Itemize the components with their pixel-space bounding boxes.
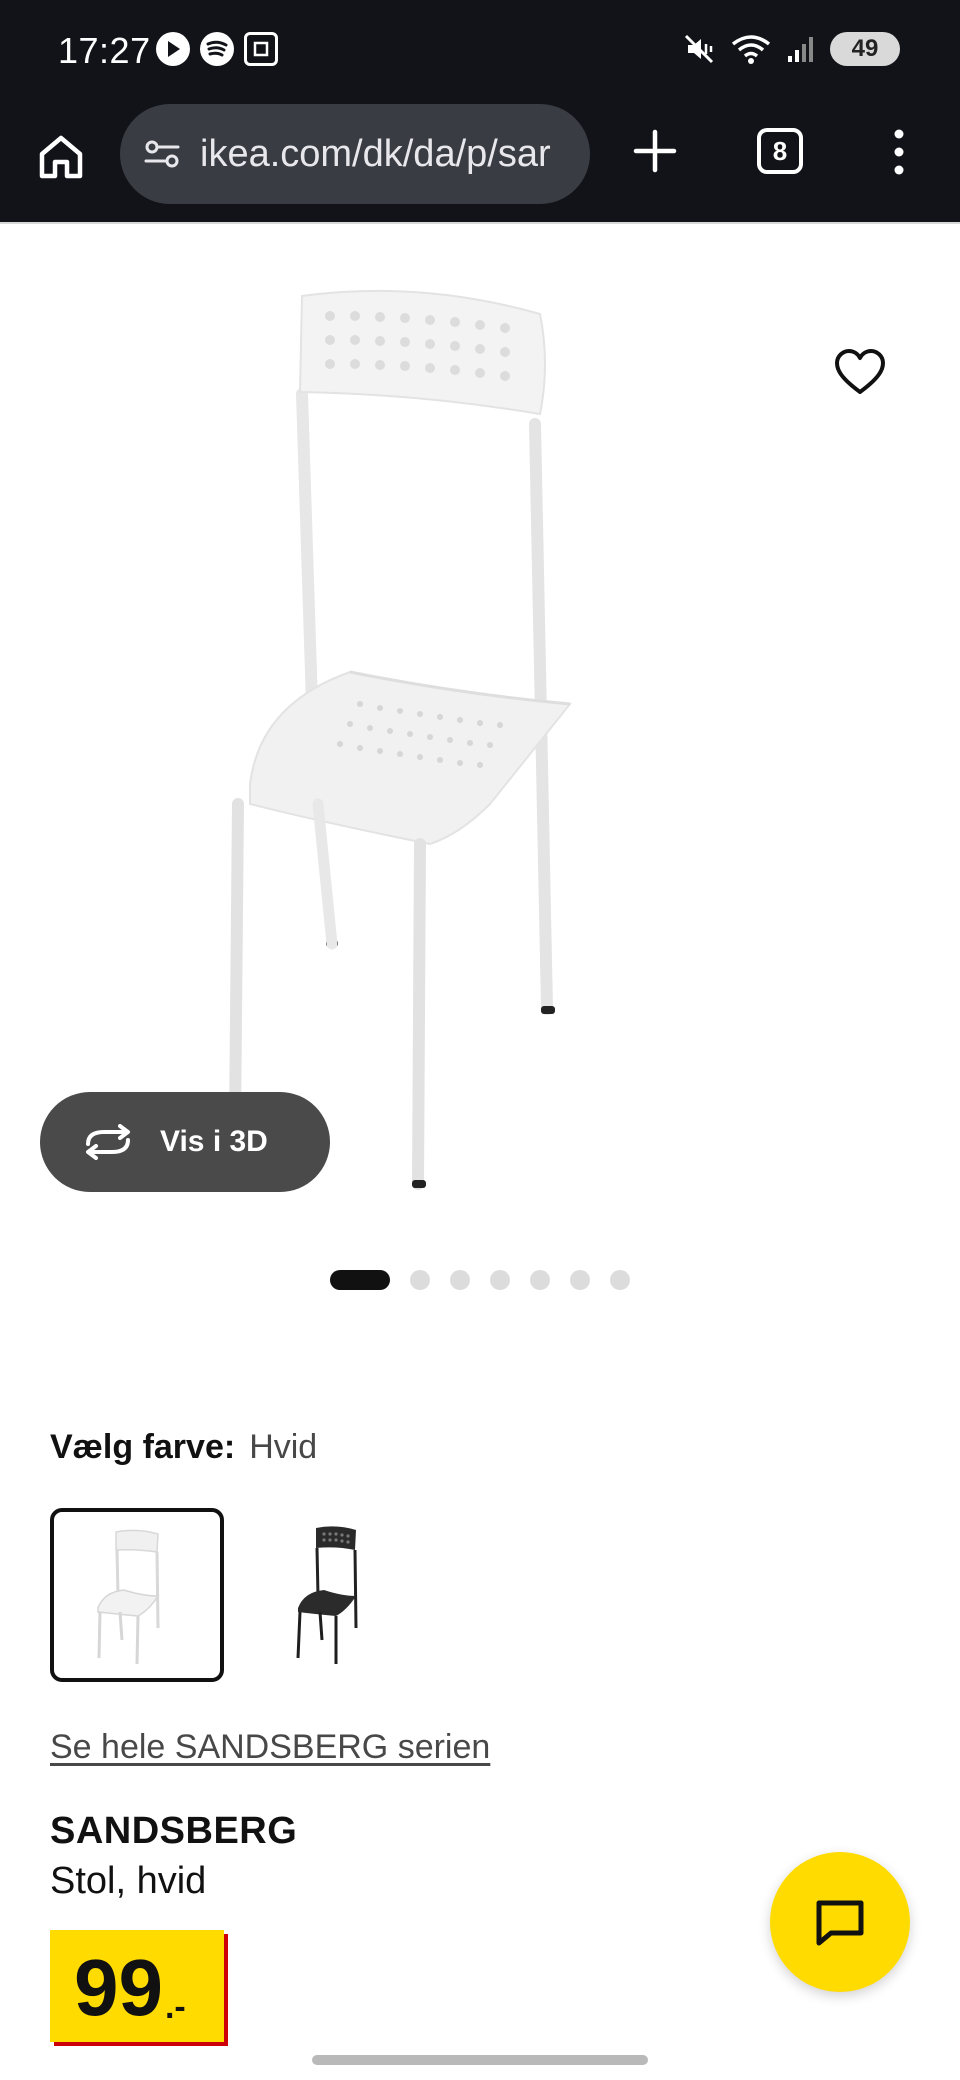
chat-button[interactable]	[770, 1852, 910, 1992]
product-gallery[interactable]: Vis i 3D	[0, 224, 960, 1224]
status-notification-icons	[156, 32, 278, 66]
tab-switcher-button[interactable]: 8	[757, 128, 803, 174]
price-tag: 99 .-	[50, 1930, 224, 2042]
gallery-dot[interactable]	[610, 1270, 630, 1290]
gallery-pagination	[0, 1270, 960, 1290]
play-store-icon	[156, 32, 190, 66]
site-settings-icon[interactable]	[142, 134, 182, 174]
series-link[interactable]: Se hele SANDSBERG serien	[50, 1728, 490, 1767]
gallery-dot[interactable]	[530, 1270, 550, 1290]
color-select-value: Hvid	[249, 1428, 318, 1466]
product-description: Stol, hvid	[50, 1860, 207, 1902]
swatch-white-chair[interactable]	[50, 1508, 224, 1682]
gallery-dot[interactable]	[570, 1270, 590, 1290]
color-select-label: Vælg farve:	[50, 1428, 236, 1466]
price-decimal: .-	[164, 1988, 186, 2026]
color-select-heading: Vælg farve: Hvid	[50, 1428, 317, 1467]
gallery-dot[interactable]	[410, 1270, 430, 1290]
favorite-heart-icon[interactable]	[833, 346, 887, 400]
status-bar: 17:27 49	[0, 0, 960, 104]
spotify-icon	[200, 32, 234, 66]
signal-icon	[788, 37, 813, 62]
battery-icon: 49	[830, 32, 900, 66]
address-bar[interactable]: ikea.com/dk/da/p/sar	[120, 104, 590, 204]
price-integer: 99	[74, 1943, 163, 2032]
home-icon[interactable]	[34, 130, 88, 184]
screenshot-icon	[244, 32, 278, 66]
browser-toolbar: ikea.com/dk/da/p/sar 8	[0, 104, 960, 222]
browser-chrome: 17:27 49 ikea.com/dk/da/p/sar 8	[0, 0, 960, 224]
mute-vibrate-icon	[684, 34, 714, 64]
product-name: SANDSBERG	[50, 1810, 298, 1852]
wifi-icon	[731, 35, 771, 64]
status-time: 17:27	[58, 30, 151, 71]
view-in-3d-button[interactable]: Vis i 3D	[40, 1092, 330, 1192]
new-tab-icon[interactable]	[630, 126, 680, 176]
gallery-dot[interactable]	[490, 1270, 510, 1290]
chat-icon	[816, 1900, 864, 1946]
url-text[interactable]: ikea.com/dk/da/p/sar	[200, 133, 551, 176]
more-options-icon[interactable]	[884, 126, 914, 178]
gesture-home-indicator[interactable]	[312, 2055, 648, 2065]
color-swatches	[50, 1508, 418, 1682]
view-in-3d-label: Vis i 3D	[160, 1125, 268, 1158]
swatch-black-chair[interactable]	[244, 1508, 418, 1682]
rotate-3d-icon	[86, 1124, 130, 1160]
gallery-dot-active[interactable]	[330, 1270, 390, 1290]
status-system-icons: 49	[682, 32, 900, 66]
gallery-dot[interactable]	[450, 1270, 470, 1290]
